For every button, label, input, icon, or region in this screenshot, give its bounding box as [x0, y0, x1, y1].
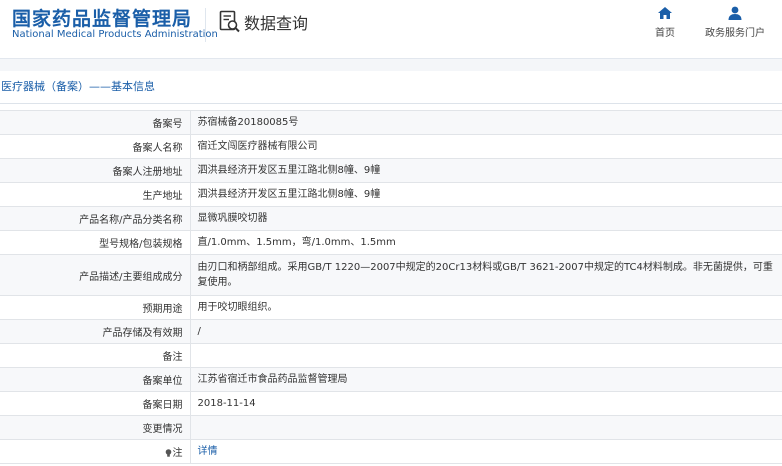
record-detail-table: 备案号 苏宿械备20180085号 备案人名称 宿迁文闯医疗器械有限公司 备案人… — [0, 110, 782, 464]
table-row: 备案人注册地址 泗洪县经济开发区五里江路北侧8幢、9幢 — [0, 158, 782, 183]
table-row: 产品存储及有效期 / — [0, 319, 782, 344]
header-divider — [205, 8, 206, 42]
field-label: 备案单位 — [0, 367, 191, 392]
table-row: 备案日期 2018-11-14 — [0, 391, 782, 416]
field-value: 由刃口和柄部组成。采用GB/T 1220—2007中规定的20Cr13材料或GB… — [190, 254, 782, 296]
field-label: 备案人注册地址 — [0, 158, 191, 183]
field-value-cell: 详情 — [190, 439, 782, 464]
user-icon — [728, 6, 742, 20]
note-label-cell: 注 — [0, 439, 191, 464]
field-label: 产品名称/产品分类名称 — [0, 206, 191, 231]
table-row: 备案号 苏宿械备20180085号 — [0, 110, 782, 135]
field-label: 预期用途 — [0, 295, 191, 320]
field-value: 宿迁文闯医疗器械有限公司 — [190, 134, 782, 159]
table-row: 产品名称/产品分类名称 显微巩膜咬切器 — [0, 206, 782, 231]
field-label: 产品存储及有效期 — [0, 319, 191, 344]
site-logo-title[interactable]: 国家药品监督管理局 — [12, 4, 192, 31]
field-label: 变更情况 — [0, 415, 191, 440]
field-value: 泗洪县经济开发区五里江路北侧8幢、9幢 — [190, 158, 782, 183]
home-icon — [658, 7, 672, 19]
table-row: 变更情况 — [0, 415, 782, 440]
field-value: 2018-11-14 — [190, 391, 782, 416]
field-label: 备案日期 — [0, 391, 191, 416]
nav-home-label: 首页 — [655, 28, 675, 39]
field-label: 生产地址 — [0, 182, 191, 207]
field-value — [190, 415, 782, 440]
field-value: 直/1.0mm、1.5mm，弯/1.0mm、1.5mm — [190, 230, 782, 255]
field-value — [190, 343, 782, 368]
field-label: 备案号 — [0, 110, 191, 135]
field-label: 型号规格/包装规格 — [0, 230, 191, 255]
table-row: 预期用途 用于咬切眼组织。 — [0, 295, 782, 320]
table-row: 型号规格/包装规格 直/1.0mm、1.5mm，弯/1.0mm、1.5mm — [0, 230, 782, 255]
field-value: 江苏省宿迁市食品药品监督管理局 — [190, 367, 782, 392]
table-row: 备案人名称 宿迁文闯医疗器械有限公司 — [0, 134, 782, 159]
field-value: 苏宿械备20180085号 — [190, 110, 782, 135]
header-separator — [0, 58, 782, 71]
field-label: 注 — [172, 448, 183, 459]
nav-home[interactable]: 首页 — [648, 6, 682, 39]
table-row: 备案单位 江苏省宿迁市食品药品监督管理局 — [0, 367, 782, 392]
field-label: 备案人名称 — [0, 134, 191, 159]
details-link[interactable]: 详情 — [198, 446, 218, 457]
field-value: 显微巩膜咬切器 — [190, 206, 782, 231]
nav-government-services[interactable]: 政务服务门户 — [700, 6, 770, 39]
data-query-label: 数据查询 — [244, 14, 309, 33]
nav-services-label: 政务服务门户 — [705, 28, 765, 39]
table-row: 产品描述/主要组成成分 由刃口和柄部组成。采用GB/T 1220—2007中规定… — [0, 254, 782, 296]
field-label: 备注 — [0, 343, 191, 368]
field-value: 泗洪县经济开发区五里江路北侧8幢、9幢 — [190, 182, 782, 207]
site-logo-subtitle[interactable]: National Medical Products Administration — [12, 29, 218, 40]
table-row: 备注 — [0, 343, 782, 368]
data-query-link[interactable]: 数据查询 — [219, 10, 308, 34]
field-value: 用于咬切眼组织。 — [190, 295, 782, 320]
table-row: 生产地址 泗洪县经济开发区五里江路北侧8幢、9幢 — [0, 182, 782, 207]
table-row: 注 详情 — [0, 439, 782, 464]
breadcrumb: 医疗器械（备案）——基本信息 — [0, 71, 782, 104]
field-value: / — [190, 319, 782, 344]
field-label: 产品描述/主要组成成分 — [0, 254, 191, 296]
lightbulb-icon — [165, 449, 171, 457]
site-header: 国家药品监督管理局 National Medical Products Admi… — [0, 0, 782, 58]
document-search-icon — [219, 10, 240, 33]
